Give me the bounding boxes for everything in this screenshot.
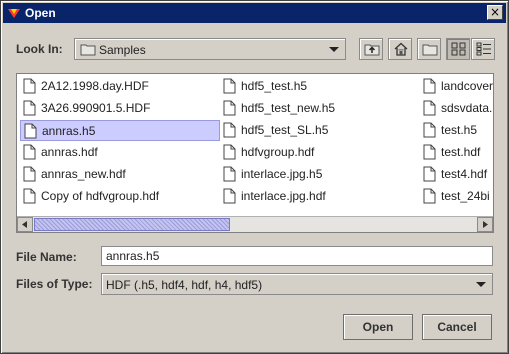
file-name-value: annras.h5: [106, 249, 160, 263]
file-icon: [23, 166, 36, 185]
file-icon: [223, 100, 236, 119]
file-item[interactable]: hdf5_test_new.h5: [220, 98, 416, 119]
open-button[interactable]: Open: [343, 314, 413, 340]
file-item-label: annras_new.hdf: [41, 167, 126, 181]
file-item[interactable]: sdsvdata.: [420, 98, 493, 119]
window-title: Open: [25, 6, 56, 20]
look-in-combo[interactable]: Samples: [74, 38, 346, 60]
file-item-label: hdf5_test_SL.h5: [241, 123, 329, 137]
look-in-value: Samples: [99, 43, 146, 57]
file-item-label: 2A12.1998.day.HDF: [41, 79, 149, 93]
file-item-label: hdf5_test_new.h5: [241, 101, 336, 115]
file-type-label: Files of Type:: [16, 277, 93, 291]
file-item[interactable]: annras.hdf: [20, 142, 220, 163]
new-folder-icon: [422, 44, 438, 56]
file-item-label: test.h5: [441, 123, 478, 137]
file-icon: [23, 100, 36, 119]
file-icon: [423, 166, 436, 185]
file-icon: [423, 144, 436, 163]
file-item[interactable]: landcover: [420, 76, 494, 97]
file-name-input[interactable]: annras.h5: [101, 246, 493, 266]
file-name-label: File Name:: [16, 250, 77, 264]
file-item-label: interlace.jpg.h5: [241, 167, 323, 181]
scroll-thumb[interactable]: [34, 218, 230, 231]
close-icon: ×: [489, 5, 501, 19]
file-item[interactable]: annras_new.hdf: [20, 164, 220, 185]
list-view-button[interactable]: [446, 38, 470, 60]
file-item-label: test_24bi: [441, 189, 490, 203]
file-type-value: HDF (.h5, hdf4, hdf, h4, hdf5): [106, 278, 263, 292]
file-icon: [223, 122, 236, 141]
chevron-down-icon[interactable]: [470, 274, 492, 294]
file-item-label: landcover: [441, 79, 494, 93]
file-item[interactable]: hdf5_test_SL.h5: [220, 120, 416, 141]
file-icon: [423, 188, 436, 207]
folder-icon: [80, 43, 96, 59]
arrow-right-icon: [483, 221, 488, 228]
look-in-label: Look In:: [16, 42, 63, 56]
file-icon: [23, 78, 36, 97]
file-item[interactable]: test.hdf: [420, 142, 493, 163]
file-icon: [423, 100, 436, 119]
file-icon: [423, 122, 436, 141]
file-item-label: Copy of hdfvgroup.hdf: [41, 189, 160, 203]
file-item-label: interlace.jpg.hdf: [241, 189, 326, 203]
open-dialog: Open × Look In: Samples 2A12.1998.day.HD…: [0, 0, 509, 354]
file-icon: [223, 144, 236, 163]
file-item[interactable]: 2A12.1998.day.HDF: [20, 76, 220, 97]
file-item-label: annras.hdf: [41, 145, 98, 159]
home-icon: [394, 42, 408, 56]
up-one-level-button[interactable]: [359, 38, 383, 60]
details-view-icon: [476, 42, 491, 56]
home-button[interactable]: [388, 38, 412, 60]
file-item[interactable]: annras.h5: [20, 120, 220, 141]
scroll-left-button[interactable]: [17, 217, 33, 232]
file-item-label: sdsvdata.: [441, 101, 493, 115]
file-icon: [23, 188, 36, 207]
file-item-label: 3A26.990901.5.HDF: [41, 101, 151, 115]
close-button[interactable]: ×: [487, 5, 503, 20]
up-one-level-icon: [364, 44, 380, 56]
file-item-label: test4.hdf: [441, 167, 488, 181]
file-item[interactable]: interlace.jpg.h5: [220, 164, 416, 185]
chevron-down-icon[interactable]: [323, 39, 345, 59]
horizontal-scrollbar[interactable]: [17, 216, 493, 232]
file-icon: [423, 78, 436, 97]
file-item[interactable]: test_24bi: [420, 186, 493, 207]
list-view-icon: [451, 42, 466, 56]
file-item-label: hdfvgroup.hdf: [241, 145, 315, 159]
cancel-button[interactable]: Cancel: [422, 314, 492, 340]
file-icon: [24, 123, 37, 142]
file-type-combo[interactable]: HDF (.h5, hdf4, hdf, h4, hdf5): [101, 273, 493, 295]
file-item[interactable]: hdf5_test.h5: [220, 76, 416, 97]
file-list[interactable]: 2A12.1998.day.HDF 3A26.990901.5.HDF annras…: [16, 73, 494, 233]
file-icon: [223, 166, 236, 185]
file-item-label: test.hdf: [441, 145, 481, 159]
file-item-label: hdf5_test.h5: [241, 79, 308, 93]
file-item[interactable]: test4.hdf: [420, 164, 493, 185]
file-icon: [223, 188, 236, 207]
file-item[interactable]: Copy of hdfvgroup.hdf: [20, 186, 220, 207]
scroll-right-button[interactable]: [477, 217, 493, 232]
file-icon: [23, 144, 36, 163]
file-item[interactable]: 3A26.990901.5.HDF: [20, 98, 220, 119]
file-item[interactable]: hdfvgroup.hdf: [220, 142, 416, 163]
file-icon: [223, 78, 236, 97]
file-item-label: annras.h5: [42, 124, 96, 138]
new-folder-button[interactable]: [417, 38, 441, 60]
arrow-left-icon: [22, 221, 27, 228]
file-item[interactable]: interlace.jpg.hdf: [220, 186, 416, 207]
app-icon: [7, 6, 21, 20]
title-bar[interactable]: Open ×: [3, 3, 506, 23]
details-view-button[interactable]: [471, 38, 495, 60]
file-item[interactable]: test.h5: [420, 120, 493, 141]
